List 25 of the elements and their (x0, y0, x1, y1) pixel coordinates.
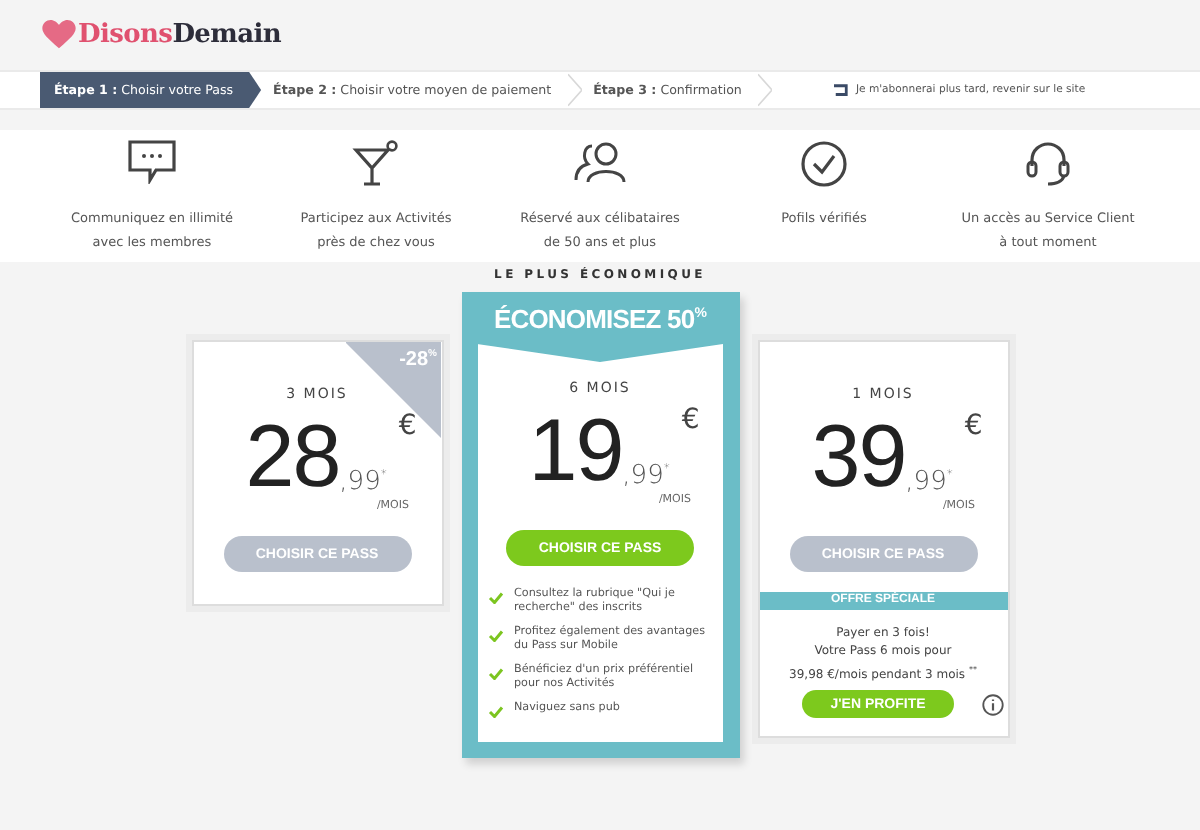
currency-symbol: € (398, 410, 417, 442)
people-icon (574, 140, 626, 188)
currency-symbol: € (964, 410, 983, 442)
price-amount: 28 (245, 418, 340, 498)
price-cents: ,99$^{*}$ (905, 464, 953, 498)
plan-header: ÉCONOMISEZ 50$^{%}$ (493, 302, 707, 338)
return-icon (831, 83, 850, 97)
heart-icon (42, 20, 76, 50)
headset-icon (1024, 140, 1072, 188)
chevron-icon (567, 72, 582, 108)
price-amount: 19 (528, 412, 623, 492)
cocktail-glass-icon (352, 140, 400, 188)
checkmark-icon (488, 706, 504, 718)
checkmark-icon (488, 592, 504, 604)
checkmark-icon (488, 630, 504, 642)
check-circle-icon (800, 140, 848, 188)
chevron-icon (757, 72, 772, 108)
price-cents: ,99$^{*}$ (622, 458, 670, 492)
chat-bubble-icon (128, 140, 176, 188)
checkmark-icon (488, 668, 504, 680)
info-icon[interactable] (982, 693, 1004, 715)
price-amount: 39 (811, 418, 906, 498)
logo-text[interactable]: DisonsDemain (78, 20, 282, 50)
price-cents: ,99$^{*}$ (339, 464, 387, 498)
currency-symbol: € (681, 404, 700, 436)
